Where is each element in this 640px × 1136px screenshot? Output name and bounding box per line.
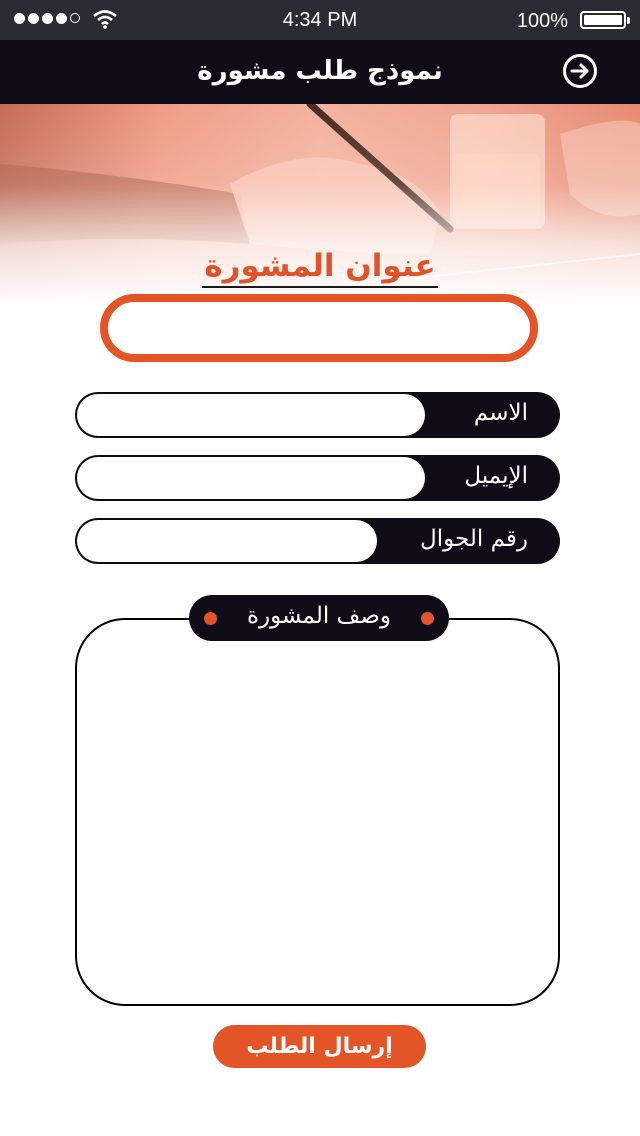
email-input[interactable] bbox=[77, 457, 425, 499]
phone-input[interactable] bbox=[77, 520, 377, 562]
nav-bar: نموذج طلب مشورة bbox=[0, 40, 640, 104]
name-input[interactable] bbox=[77, 394, 425, 436]
section-title-text: عنوان المشورة bbox=[202, 248, 438, 288]
description-box bbox=[75, 618, 560, 1006]
phone-field: رقم الجوال bbox=[75, 518, 560, 564]
bullet-dot-icon bbox=[421, 612, 434, 625]
battery-icon bbox=[580, 11, 630, 29]
submit-button[interactable]: إرسال الطلب bbox=[213, 1025, 426, 1068]
consultation-title-input[interactable] bbox=[108, 302, 530, 354]
title-field bbox=[100, 294, 538, 362]
phone-label: رقم الجوال bbox=[420, 526, 528, 552]
back-button[interactable] bbox=[563, 54, 597, 88]
status-bar: 4:34 PM 100% bbox=[0, 0, 640, 40]
description-label: وصف المشورة bbox=[189, 595, 449, 641]
description-label-text: وصف المشورة bbox=[246, 603, 391, 629]
section-title: عنوان المشورة bbox=[0, 248, 640, 288]
description-textarea[interactable] bbox=[101, 660, 538, 984]
page-title: نموذج طلب مشورة bbox=[197, 56, 443, 86]
arrow-right-circle-icon bbox=[570, 63, 589, 79]
email-label: الإيميل bbox=[464, 463, 528, 489]
name-label: الاسم bbox=[473, 400, 528, 426]
email-field: الإيميل bbox=[75, 455, 560, 501]
name-field: الاسم bbox=[75, 392, 560, 438]
battery-percent: 100% bbox=[516, 10, 568, 32]
